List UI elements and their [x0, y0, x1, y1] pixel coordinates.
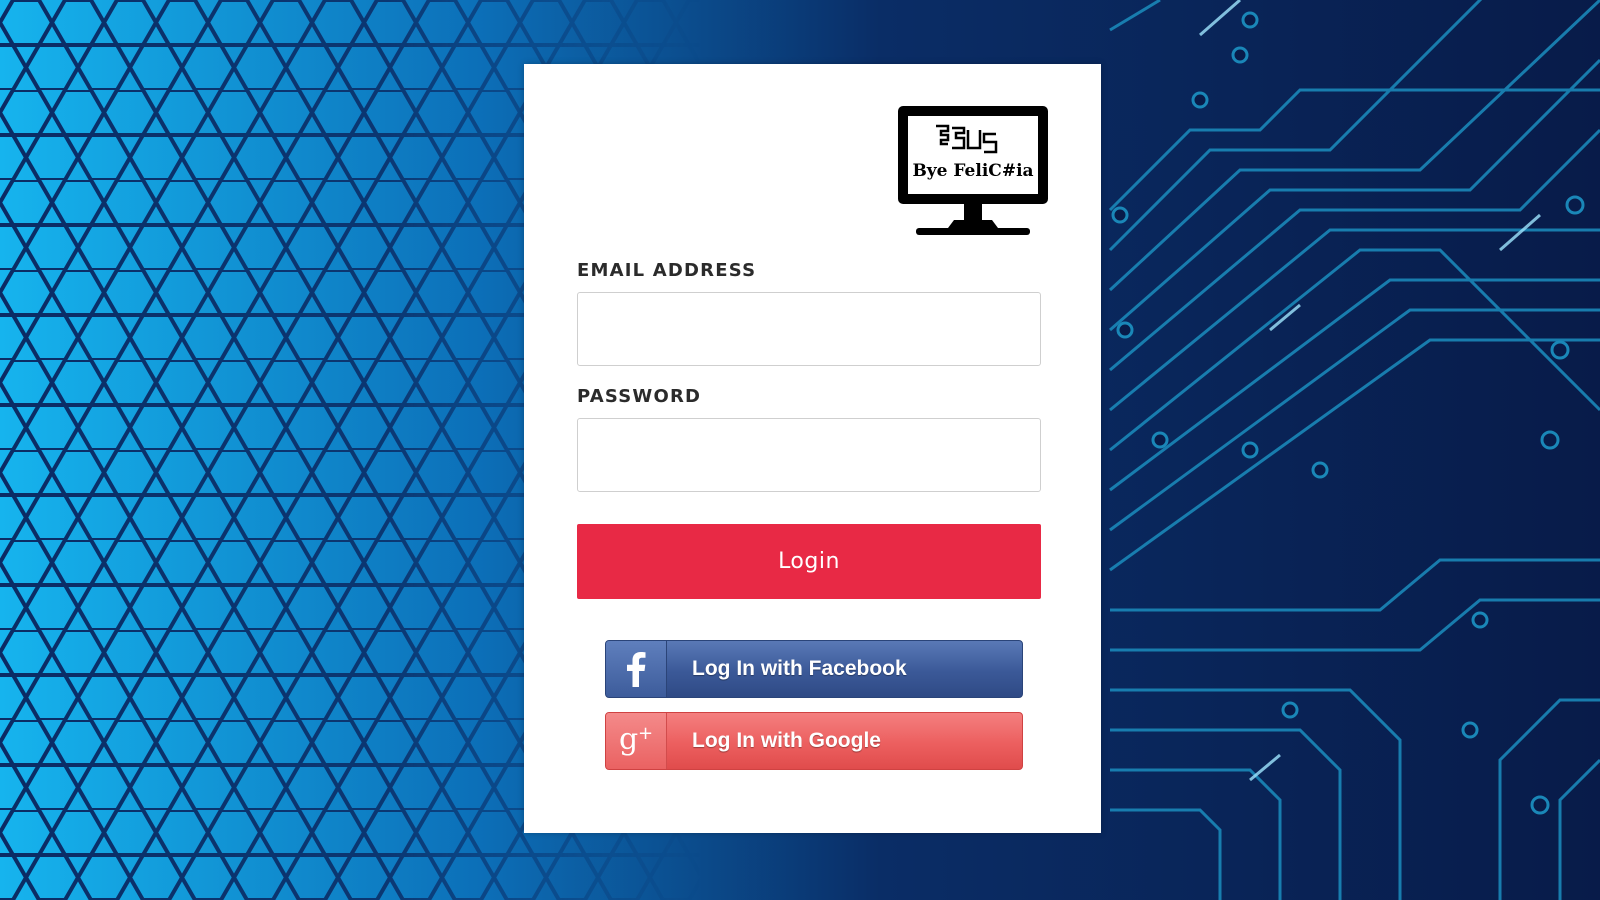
google-login-button[interactable]: g + Log In with Google: [605, 712, 1023, 770]
password-input[interactable]: [577, 418, 1041, 492]
facebook-login-button[interactable]: Log In with Facebook: [605, 640, 1023, 698]
google-login-label: Log In with Google: [692, 729, 881, 752]
svg-text:g: g: [619, 723, 638, 757]
google-plus-icon: g +: [606, 713, 667, 769]
password-label: PASSWORD: [577, 386, 702, 407]
facebook-login-label: Log In with Facebook: [692, 657, 907, 680]
logo-caption: Bye FeliC#ia: [912, 161, 1033, 181]
monitor-logo-icon: Bye FeliC#ia: [896, 104, 1050, 242]
login-button[interactable]: Login: [577, 524, 1041, 599]
login-card: Bye FeliC#ia EMAIL ADDRESS PASSWORD Logi…: [524, 64, 1101, 833]
facebook-f-icon: [606, 641, 667, 697]
email-label: EMAIL ADDRESS: [577, 260, 757, 281]
svg-text:+: +: [638, 723, 653, 744]
email-input[interactable]: [577, 292, 1041, 366]
